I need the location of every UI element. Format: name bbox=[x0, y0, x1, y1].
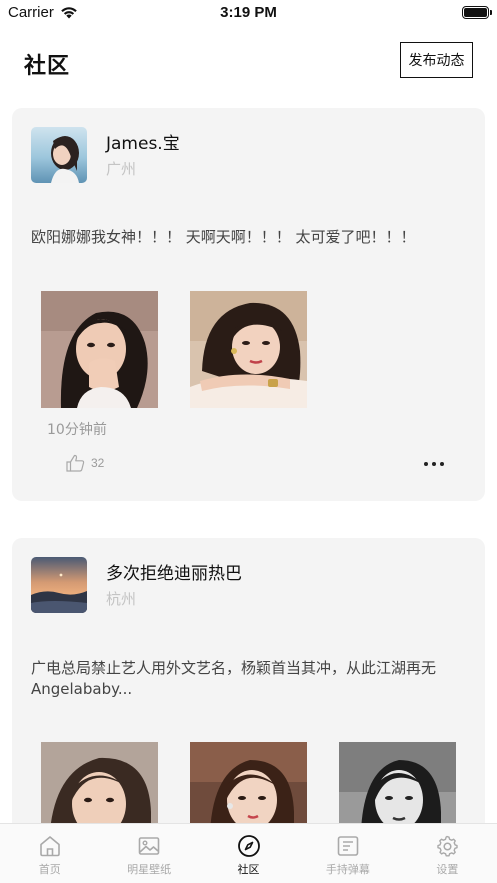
post-photo[interactable] bbox=[41, 291, 158, 408]
post-card[interactable]: 多次拒绝迪丽热巴 杭州 广电总局禁止艺人用外文艺名，杨颖首当其冲，从此江湖再无A… bbox=[12, 538, 485, 838]
compass-icon bbox=[237, 835, 260, 857]
author-name[interactable]: 多次拒绝迪丽热巴 bbox=[106, 559, 242, 584]
nav-header: 社区 发布动态 bbox=[0, 38, 497, 86]
post-time: 10分钟前 bbox=[47, 422, 107, 438]
tab-label: 明星壁纸 bbox=[127, 863, 172, 876]
tab-star-wallpaper[interactable]: 明星壁纸 bbox=[99, 824, 198, 883]
like-button[interactable]: 32 bbox=[66, 454, 104, 472]
battery-icon bbox=[462, 6, 492, 19]
tab-handheld-danmaku[interactable]: 手持弹幕 bbox=[298, 824, 397, 883]
post-card[interactable]: James.宝 广州 欧阳娜娜我女神！！！ 天啊天啊！！！ 太可爱了吧！！！ 1… bbox=[12, 108, 485, 501]
more-options-icon[interactable] bbox=[424, 458, 450, 470]
status-bar: Carrier 3:19 PM bbox=[0, 0, 497, 26]
avatar[interactable] bbox=[31, 557, 87, 613]
home-icon bbox=[39, 836, 60, 857]
clock: 3:19 PM bbox=[220, 4, 277, 21]
page-title: 社区 bbox=[24, 54, 71, 79]
author-location: 杭州 bbox=[106, 590, 137, 608]
post-text: 广电总局禁止艺人用外文艺名，杨颖首当其冲，从此江湖再无Angelababy... bbox=[31, 659, 437, 698]
avatar[interactable] bbox=[31, 127, 87, 183]
text-lines-icon bbox=[337, 836, 359, 856]
post-photo[interactable] bbox=[190, 291, 307, 408]
tab-label: 设置 bbox=[436, 863, 459, 876]
post-text: 欧阳娜娜我女神！！！ 天啊天啊！！！ 太可爱了吧！！！ bbox=[31, 228, 416, 246]
tab-community[interactable]: 社区 bbox=[199, 824, 298, 883]
image-icon bbox=[138, 837, 160, 855]
thumbs-up-icon bbox=[66, 454, 85, 472]
tab-home[interactable]: 首页 bbox=[0, 824, 99, 883]
publish-post-button[interactable]: 发布动态 bbox=[400, 42, 473, 78]
tab-label: 首页 bbox=[38, 863, 61, 876]
author-location: 广州 bbox=[106, 160, 137, 178]
like-count: 32 bbox=[91, 456, 105, 470]
author-name[interactable]: James.宝 bbox=[106, 129, 180, 154]
tab-bar: 首页 明星壁纸 社区 手持弹幕 设置 bbox=[0, 823, 497, 883]
gear-icon bbox=[437, 835, 459, 857]
tab-label: 社区 bbox=[237, 863, 260, 876]
tab-label: 手持弹幕 bbox=[325, 863, 370, 876]
tab-settings[interactable]: 设置 bbox=[398, 824, 497, 883]
